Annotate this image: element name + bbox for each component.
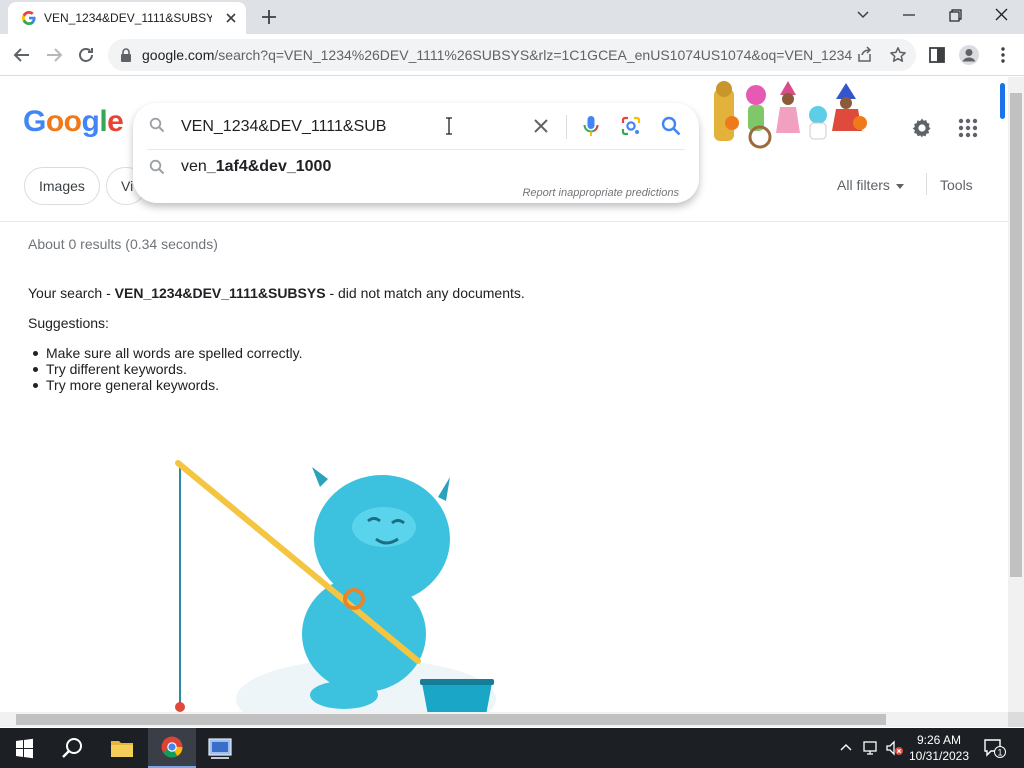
volume-muted-icon[interactable] (884, 739, 904, 757)
filter-divider (926, 173, 927, 195)
horizontal-scroll-thumb[interactable] (16, 714, 886, 725)
tab-search-chevron-icon[interactable] (850, 4, 876, 26)
logo-letter: o (45, 105, 64, 138)
voice-search-mic-icon[interactable] (582, 114, 600, 138)
back-arrow-icon[interactable] (11, 44, 33, 66)
search-box-separator (566, 115, 567, 139)
windows-taskbar: 9:26 AM 10/31/2023 1 (0, 728, 1024, 768)
browser-titlebar: VEN_1234&DEV_1111&SUBSYS (0, 0, 1024, 34)
google-lens-icon[interactable] (620, 115, 642, 137)
autocomplete-suggestion[interactable]: ven_1af4&dev_1000 (133, 151, 699, 183)
search-box-with-suggestions: VEN_1234&DEV_1111&SUB ven_1af4&dev_1000 … (133, 103, 699, 203)
suggestion-search-icon (149, 159, 165, 175)
scroll-indicator (1000, 83, 1005, 119)
reload-icon[interactable] (75, 44, 97, 66)
text-cursor-icon (446, 117, 452, 135)
header-divider (0, 221, 1008, 222)
new-tab-icon[interactable] (259, 7, 279, 27)
browser-toolbar: google.com/search?q=VEN_1234%26DEV_1111%… (0, 34, 1024, 76)
tab-close-icon[interactable] (223, 10, 239, 26)
taskbar-clock[interactable]: 9:26 AM 10/31/2023 (904, 732, 974, 764)
tab-title: VEN_1234&DEV_1111&SUBSYS (44, 11, 212, 25)
report-predictions-link[interactable]: Report inappropriate predictions (522, 187, 679, 199)
logo-letter: l (99, 105, 108, 138)
window-close-icon[interactable] (988, 4, 1014, 26)
suggestions-heading: Suggestions: (28, 315, 109, 331)
windows-start-icon[interactable] (0, 728, 48, 768)
profile-avatar-icon[interactable] (958, 44, 980, 66)
suggestion-text: ven_1af4&dev_1000 (181, 158, 332, 175)
taskbar-search-icon[interactable] (48, 728, 96, 768)
all-filters-dropdown[interactable]: All filters (837, 177, 904, 193)
lock-icon[interactable] (119, 47, 133, 63)
show-hidden-icons-chevron-icon[interactable] (838, 740, 854, 756)
share-icon[interactable] (856, 46, 874, 64)
list-item: Try more general keywords. (33, 377, 303, 393)
kebab-menu-icon[interactable] (992, 44, 1014, 66)
search-icon (149, 117, 165, 133)
notification-count: 1 (997, 747, 1002, 757)
logo-letter: o (63, 105, 82, 138)
suggestions-list: Make sure all words are spelled correctl… (33, 345, 303, 393)
vertical-scrollbar[interactable] (1000, 77, 1024, 712)
minimize-icon[interactable] (896, 4, 922, 26)
tools-button[interactable]: Tools (940, 177, 973, 193)
logo-letter: G (23, 105, 46, 138)
browser-tab[interactable]: VEN_1234&DEV_1111&SUBSYS (8, 2, 246, 34)
network-icon[interactable] (862, 739, 880, 757)
halloween-doodle-image[interactable] (710, 79, 876, 155)
clear-search-icon[interactable] (531, 116, 551, 136)
url-text[interactable]: google.com/search?q=VEN_1234%26DEV_1111%… (142, 47, 852, 63)
logo-letter: g (81, 105, 100, 138)
suggestion-divider (147, 149, 685, 150)
app-window-taskbar-icon[interactable] (196, 728, 244, 768)
notification-center-icon[interactable]: 1 (982, 737, 1006, 759)
forward-arrow-icon[interactable] (43, 44, 65, 66)
filter-chip-images[interactable]: Images (24, 167, 100, 205)
google-favicon-icon (22, 11, 36, 25)
vertical-scroll-thumb[interactable] (1010, 93, 1022, 577)
settings-gear-icon[interactable] (910, 116, 934, 140)
search-results-page: Google Images Vi All filters Tools VEN_1… (0, 77, 1008, 712)
logo-letter: e (107, 105, 124, 138)
google-halloween-logo[interactable]: Google (23, 105, 124, 139)
scrollbar-corner (1008, 712, 1024, 727)
clock-time: 9:26 AM (916, 733, 962, 747)
search-submit-icon[interactable] (660, 115, 682, 137)
file-explorer-icon[interactable] (98, 728, 146, 768)
list-item: Try different keywords. (33, 361, 303, 377)
restore-icon[interactable] (942, 4, 968, 26)
list-item: Make sure all words are spelled correctl… (33, 345, 303, 361)
chrome-taskbar-icon[interactable] (148, 728, 196, 768)
bookmark-star-icon[interactable] (889, 46, 907, 64)
clock-date: 10/31/2023 (908, 749, 970, 763)
side-panel-icon[interactable] (926, 44, 948, 66)
no-match-message: Your search - VEN_1234&DEV_1111&SUBSYS -… (28, 285, 525, 301)
horizontal-scrollbar[interactable] (0, 712, 1008, 727)
google-apps-grid-icon[interactable] (956, 116, 980, 140)
caret-down-icon (895, 183, 904, 189)
search-input[interactable]: VEN_1234&DEV_1111&SUB (181, 118, 386, 136)
address-bar[interactable]: google.com/search?q=VEN_1234%26DEV_1111%… (108, 39, 916, 71)
result-stats: About 0 results (0.34 seconds) (28, 236, 218, 252)
fishing-yeti-illustration (175, 460, 496, 712)
